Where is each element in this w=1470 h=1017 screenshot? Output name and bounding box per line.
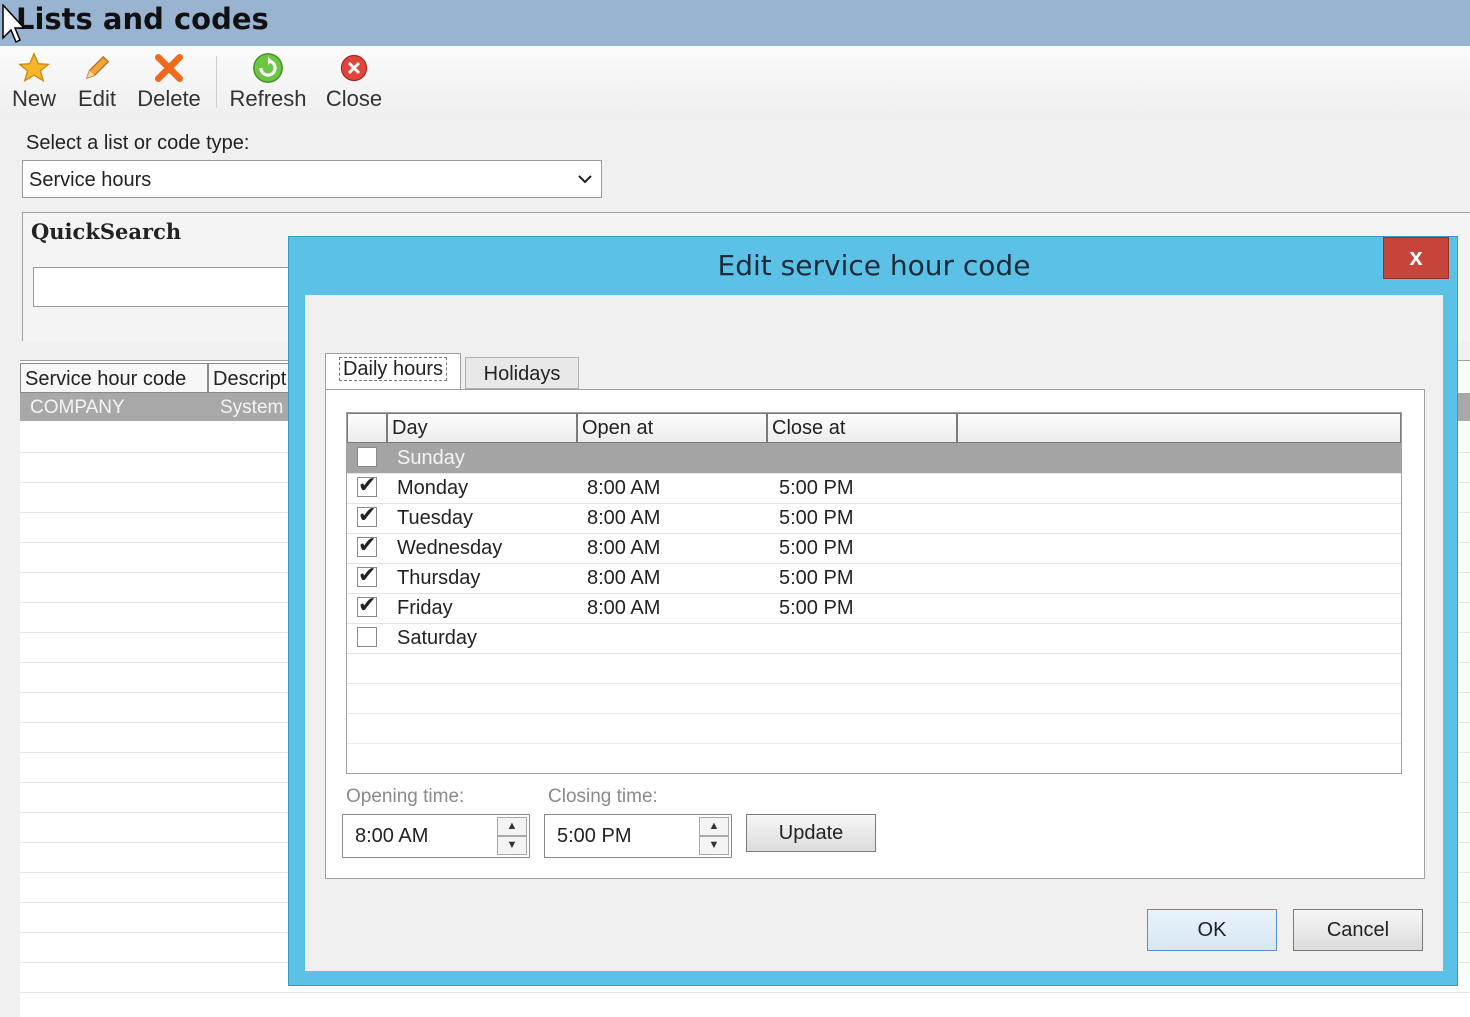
column-header-code[interactable]: Service hour code [20, 363, 208, 393]
spin-down-icon[interactable]: ▼ [699, 836, 729, 855]
day-name: Sunday [397, 447, 465, 469]
day-enabled-checkbox[interactable]: ✔ [357, 562, 377, 587]
day-row[interactable]: ✔ Wednesday 8:00 AM 5:00 PM [347, 533, 1401, 564]
toolbar-separator [216, 56, 217, 108]
day-name: Tuesday [397, 507, 473, 529]
row-code: COMPANY [30, 397, 125, 418]
opening-time-value: 8:00 AM [355, 825, 429, 847]
open-time: 8:00 AM [587, 567, 661, 589]
column-header-close[interactable]: Close at [767, 413, 957, 443]
empty-row [347, 683, 1401, 714]
refresh-label: Refresh [229, 86, 307, 111]
list-type-label: Select a list or code type: [26, 132, 250, 154]
open-time: 8:00 AM [587, 537, 661, 559]
open-time: 8:00 AM [587, 597, 661, 619]
close-button[interactable]: Close [322, 50, 386, 112]
quicksearch-title: QuickSearch [31, 219, 182, 244]
dialog-body: Daily hours Holidays Day Open at Close a… [305, 295, 1443, 971]
day-name: Monday [397, 477, 469, 499]
spin-up-icon[interactable]: ▲ [699, 817, 729, 836]
star-icon [8, 50, 60, 86]
edit-label: Edit [78, 86, 116, 111]
checkmark-icon: ✔ [358, 532, 377, 557]
edit-service-hour-dialog: Edit service hour code x Daily hours Hol… [288, 236, 1458, 986]
column-header-filler [957, 413, 1401, 443]
column-header-day[interactable]: Day [387, 413, 577, 443]
day-enabled-checkbox[interactable] [357, 447, 377, 467]
opening-time-label: Opening time: [346, 786, 465, 807]
cancel-button[interactable]: Cancel [1293, 909, 1423, 951]
day-row[interactable]: Sunday [347, 443, 1401, 474]
edit-button[interactable]: Edit [72, 50, 122, 112]
opening-time-spinner[interactable]: 8:00 AM ▲ ▼ [342, 814, 530, 858]
dialog-title: Edit service hour code [717, 249, 1031, 282]
empty-row [347, 743, 1401, 773]
day-name: Wednesday [397, 537, 503, 559]
daily-hours-page: Day Open at Close at Sunday ✔ Monday 8:00 A… [325, 389, 1425, 879]
closing-time-spinner[interactable]: 5:00 PM ▲ ▼ [544, 814, 732, 858]
window-title: Lists and codes [16, 2, 269, 36]
pencil-icon [72, 50, 122, 86]
tab-holidays[interactable]: Holidays [465, 357, 579, 389]
open-time: 8:00 AM [587, 507, 661, 529]
day-row[interactable]: ✔ Thursday 8:00 AM 5:00 PM [347, 563, 1401, 594]
spin-down-icon[interactable]: ▼ [497, 836, 527, 855]
close-circle-icon [322, 50, 386, 86]
day-row[interactable]: Saturday [347, 623, 1401, 654]
day-row[interactable]: ✔ Tuesday 8:00 AM 5:00 PM [347, 503, 1401, 534]
list-type-dropdown[interactable]: Service hours [22, 160, 602, 198]
refresh-icon [228, 50, 308, 86]
new-label: New [11, 86, 56, 111]
chevron-down-icon [578, 175, 592, 184]
dialog-close-button[interactable]: x [1383, 237, 1449, 279]
checkmark-icon: ✔ [358, 472, 377, 497]
day-enabled-checkbox[interactable]: ✔ [357, 592, 377, 617]
day-name: Friday [397, 597, 453, 619]
delete-button[interactable]: Delete [132, 50, 206, 112]
day-enabled-checkbox[interactable] [357, 627, 377, 647]
checkmark-icon: ✔ [358, 562, 377, 587]
checkmark-icon: ✔ [358, 592, 377, 617]
refresh-button[interactable]: Refresh [228, 50, 308, 112]
close-time: 5:00 PM [779, 597, 854, 619]
day-enabled-checkbox[interactable]: ✔ [357, 532, 377, 557]
checkmark-icon: ✔ [358, 502, 377, 527]
day-name: Saturday [397, 627, 478, 649]
close-time: 5:00 PM [779, 507, 854, 529]
day-row[interactable]: ✔ Friday 8:00 AM 5:00 PM [347, 593, 1401, 624]
mouse-cursor-icon [2, 4, 24, 44]
toolbar: New Edit Delete Refresh Close [0, 46, 1470, 116]
closing-time-label: Closing time: [548, 786, 658, 807]
day-enabled-checkbox[interactable]: ✔ [357, 472, 377, 497]
close-time: 5:00 PM [779, 537, 854, 559]
delete-label: Delete [137, 86, 201, 111]
close-time: 5:00 PM [779, 477, 854, 499]
day-name: Thursday [397, 567, 481, 589]
tab-daily-hours[interactable]: Daily hours [325, 353, 461, 389]
empty-row [347, 713, 1401, 744]
row-description: System [220, 397, 284, 418]
empty-row [347, 653, 1401, 684]
new-button[interactable]: New [8, 50, 60, 112]
closing-time-value: 5:00 PM [557, 825, 632, 847]
window-titlebar: Lists and codes [0, 0, 1470, 46]
close-label: Close [325, 86, 383, 111]
update-button[interactable]: Update [746, 814, 876, 852]
day-enabled-checkbox[interactable]: ✔ [357, 502, 377, 527]
tab-daily-hours-label: Daily hours [338, 357, 448, 381]
column-header-open[interactable]: Open at [577, 413, 767, 443]
column-header-check [347, 413, 387, 443]
ok-button[interactable]: OK [1147, 909, 1277, 951]
list-type-value: Service hours [29, 169, 152, 191]
day-row[interactable]: ✔ Monday 8:00 AM 5:00 PM [347, 473, 1401, 504]
spin-up-icon[interactable]: ▲ [497, 817, 527, 836]
open-time: 8:00 AM [587, 477, 661, 499]
daily-hours-grid: Day Open at Close at Sunday ✔ Monday 8:00 A… [346, 412, 1402, 774]
close-time: 5:00 PM [779, 567, 854, 589]
delete-x-icon [132, 50, 206, 86]
